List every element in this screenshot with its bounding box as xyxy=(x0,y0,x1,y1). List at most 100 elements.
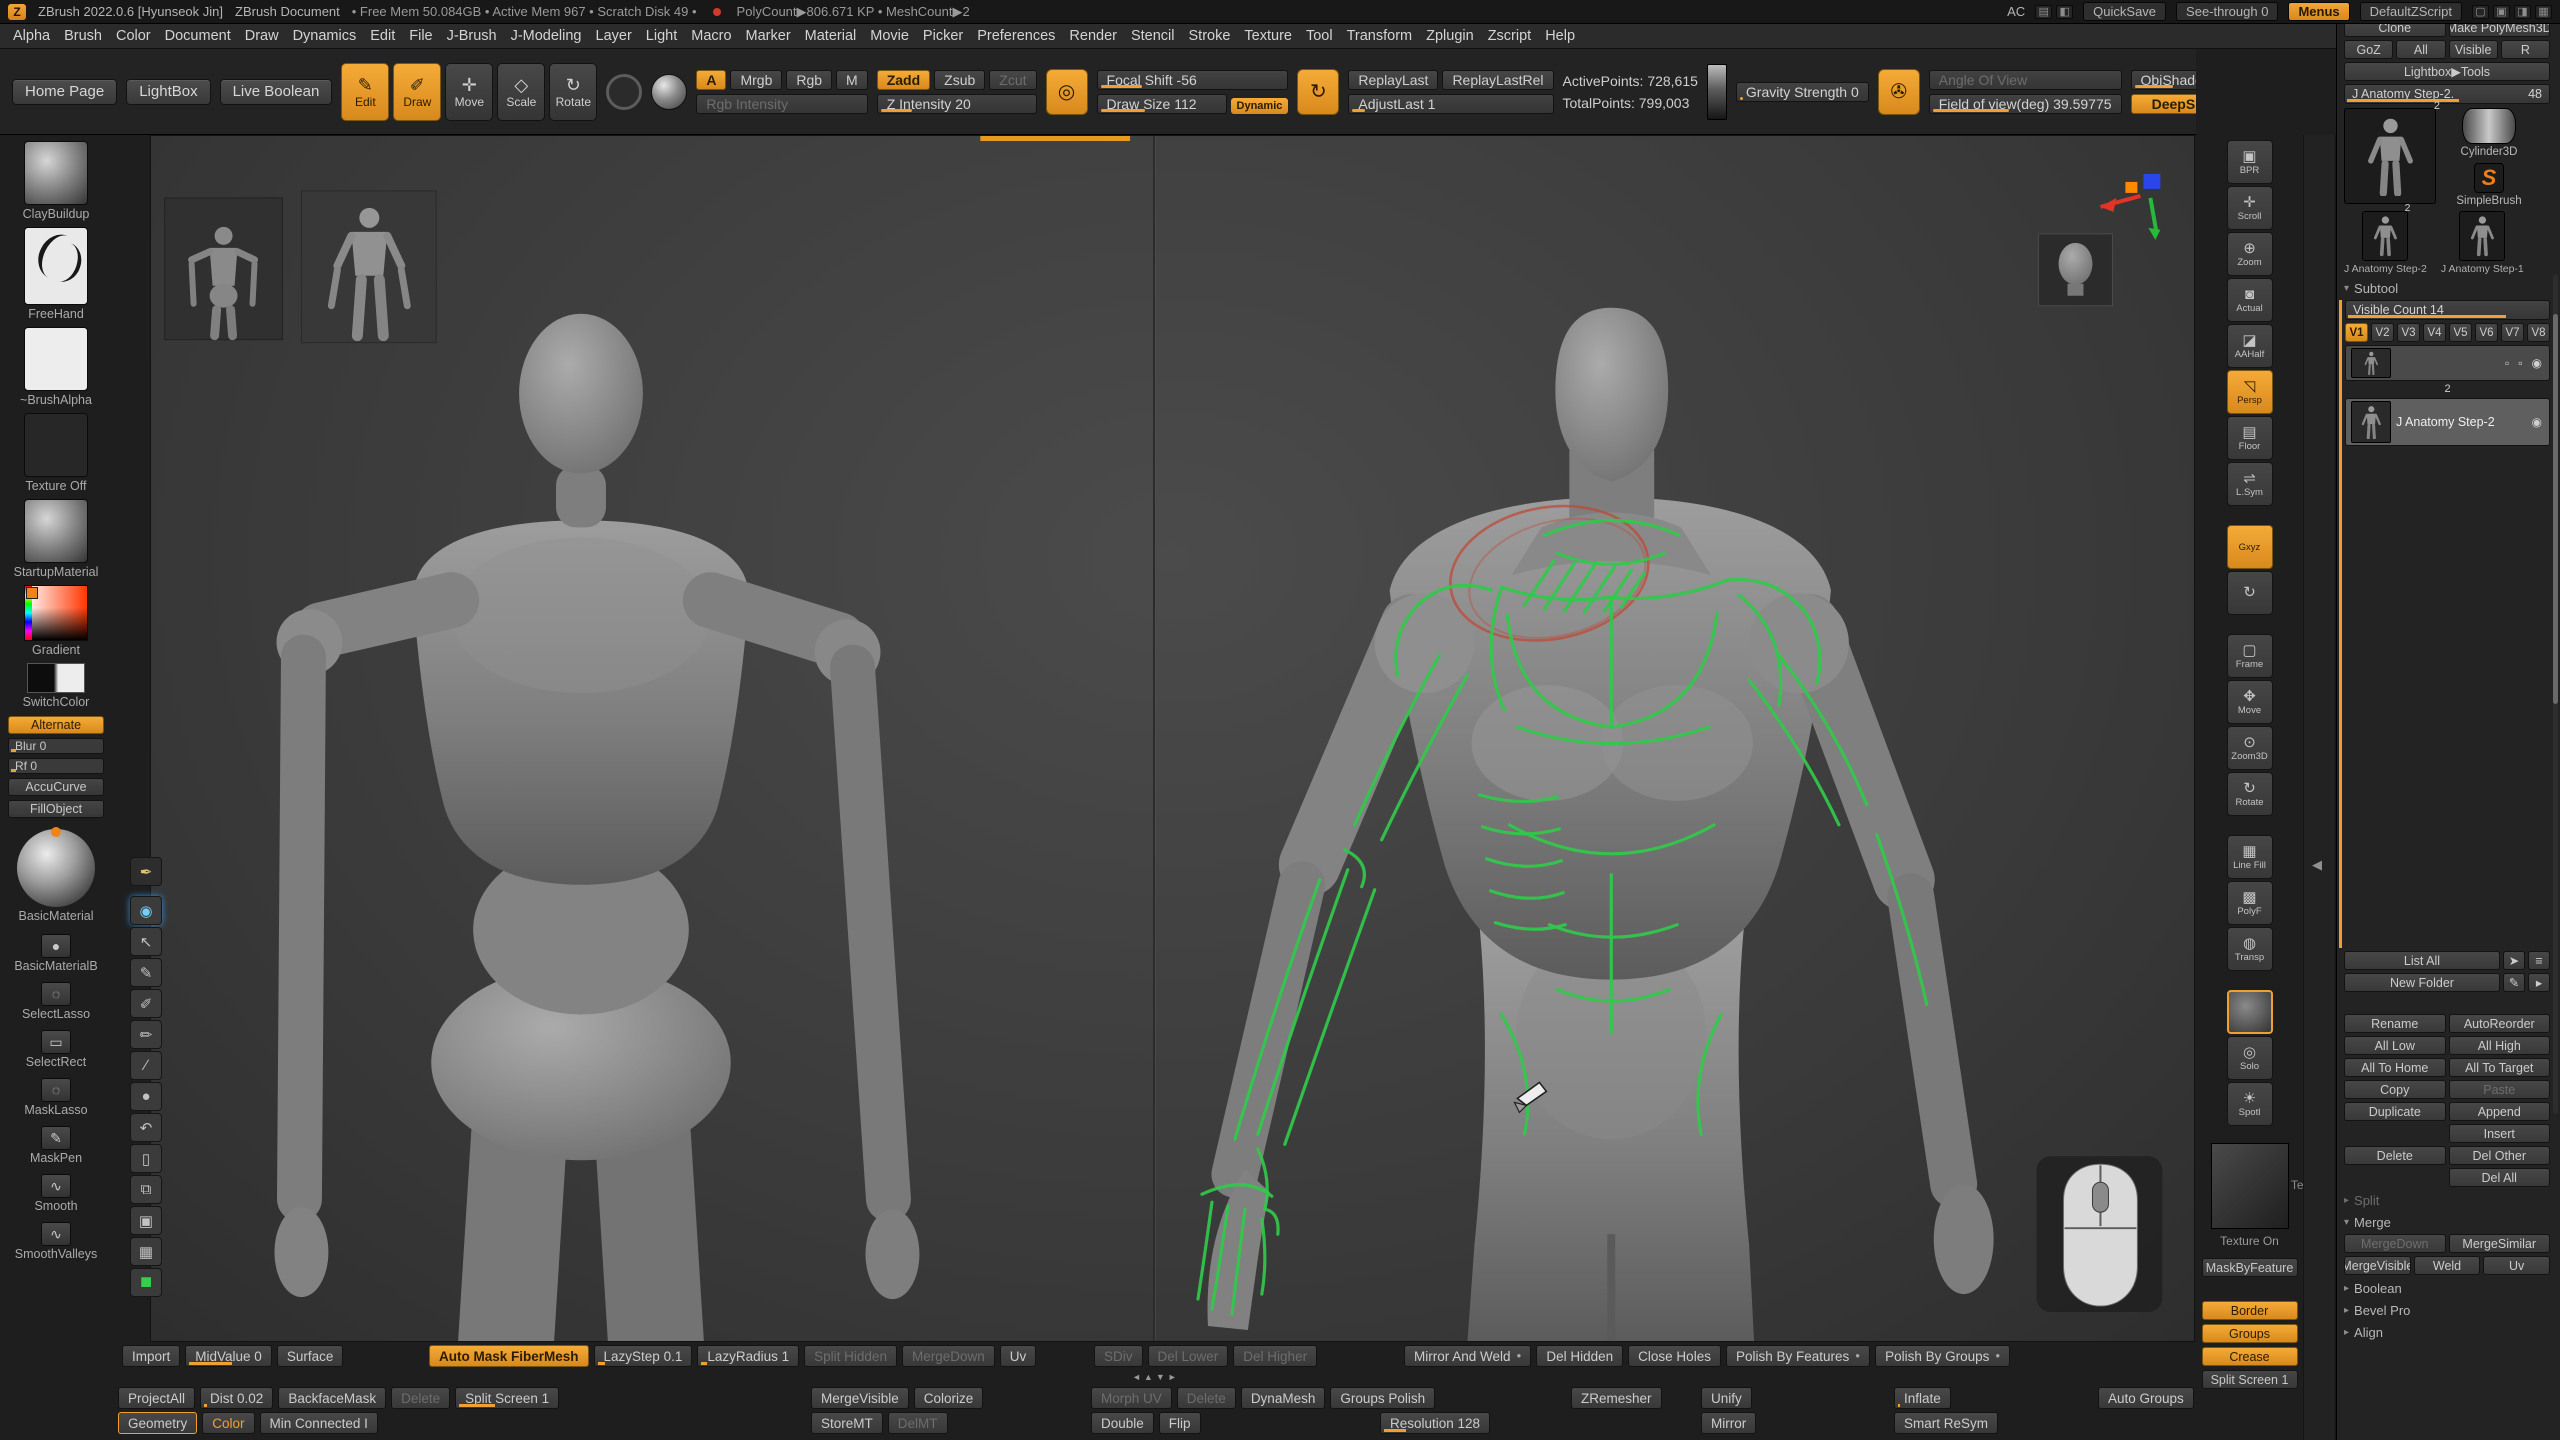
pen-tool-icon[interactable]: ✒ xyxy=(130,857,162,886)
bottom-button[interactable]: Geometry xyxy=(118,1412,197,1434)
frame-button[interactable]: ▢ Frame xyxy=(2227,634,2273,678)
material-sphere-icon[interactable] xyxy=(651,74,687,110)
menu-item[interactable]: Brush xyxy=(57,28,109,44)
move-3d-button[interactable]: ✥ Move xyxy=(2227,680,2273,724)
split-screen-button[interactable]: Split Screen 1 xyxy=(2202,1370,2298,1389)
menu-item[interactable]: Document xyxy=(158,28,238,44)
replay-icon[interactable]: ↻ xyxy=(1297,69,1339,115)
window-control-icon[interactable]: ◨ xyxy=(2514,5,2531,19)
paint-mode-button[interactable]: Mrgb xyxy=(730,70,782,90)
texture-preview[interactable]: Te xyxy=(2211,1143,2289,1229)
scale-mode-button[interactable]: ◇Scale xyxy=(497,63,545,121)
menu-item[interactable]: Preferences xyxy=(970,28,1062,44)
pencil-icon[interactable]: ✏ xyxy=(130,1020,162,1049)
uv-icon[interactable]: ▫ xyxy=(2516,356,2524,370)
subtool-action-button[interactable]: All High xyxy=(2449,1036,2551,1055)
menu-item[interactable]: Texture xyxy=(1237,28,1299,44)
default-zscript-button[interactable]: DefaultZScript xyxy=(2360,2,2462,21)
goz-button[interactable]: Visible xyxy=(2449,40,2498,59)
menu-item[interactable]: Color xyxy=(109,28,158,44)
see-through-slider[interactable]: See-through 0 xyxy=(2176,2,2278,21)
subtool-action-button[interactable]: All Low xyxy=(2344,1036,2446,1055)
subtool-row-selected[interactable]: J Anatomy Step-2 ◉ xyxy=(2345,398,2550,446)
alternate-button[interactable]: Alternate xyxy=(8,716,104,734)
draw-size-slider[interactable]: Draw Size 112 xyxy=(1097,94,1227,114)
trash-icon[interactable]: ▯ xyxy=(130,1144,162,1173)
local-symmetry-button[interactable]: ⇌ L.Sym xyxy=(2227,462,2273,506)
shelf-thumbnail[interactable] xyxy=(2227,990,2273,1034)
subtool-action-button[interactable]: Copy xyxy=(2344,1080,2446,1099)
panel-scrollbar[interactable] xyxy=(2553,274,2558,1114)
active-tool-thumbnail[interactable] xyxy=(2344,108,2436,204)
edit-icon[interactable]: ✎ xyxy=(2503,973,2525,992)
obj-shadow-slider[interactable]: ObjShadow 0.3 xyxy=(2131,70,2196,90)
stroke-circle-icon[interactable] xyxy=(606,74,642,110)
titlebar-icon[interactable]: ◧ xyxy=(2056,5,2073,19)
subtool-action-button[interactable]: Insert xyxy=(2449,1124,2551,1143)
rf-slider[interactable]: Rf 0 xyxy=(8,758,104,774)
menu-item[interactable]: Light xyxy=(639,28,684,44)
subtool-version-tab[interactable]: V5 xyxy=(2449,323,2472,342)
angle-of-view-slider[interactable]: Angle Of View xyxy=(1929,70,2122,90)
tool-top-button[interactable]: Clone xyxy=(2344,24,2446,37)
replay-button[interactable]: ReplayLastRel xyxy=(1442,70,1553,90)
gxyz-button[interactable]: Gxyz xyxy=(2227,525,2273,569)
subtool-row[interactable]: ▫ ▫ ◉ xyxy=(2345,345,2550,381)
subtool-action-button[interactable]: All To Home xyxy=(2344,1058,2446,1077)
cylinder3d-thumbnail[interactable] xyxy=(2462,108,2516,144)
bottom-button[interactable]: DelMT xyxy=(888,1412,948,1434)
bottom-button[interactable]: Mirror And Weld● xyxy=(1404,1345,1531,1367)
list-icon[interactable]: ≡ xyxy=(2528,951,2550,970)
bottom-button[interactable]: Flip xyxy=(1159,1412,1201,1434)
subtool-action-button[interactable]: Duplicate xyxy=(2344,1102,2446,1121)
polyframe-button[interactable]: ▩ PolyF xyxy=(2227,881,2273,925)
bottom-button[interactable]: ProjectAll xyxy=(118,1387,195,1409)
current-material-thumbnail[interactable] xyxy=(24,499,88,563)
bottom-button[interactable]: Split Hidden xyxy=(804,1345,897,1367)
gravity-preview[interactable] xyxy=(1707,64,1727,120)
recent-tool-item[interactable]: J Anatomy Step-1 xyxy=(2441,211,2524,275)
move-mode-button[interactable]: ✛Move xyxy=(445,63,493,121)
current-brush-thumbnail[interactable] xyxy=(24,141,88,205)
quicksave-button[interactable]: QuickSave xyxy=(2083,2,2166,21)
bottom-button[interactable]: Del Hidden xyxy=(1536,1345,1623,1367)
menu-item[interactable]: File xyxy=(402,28,439,44)
accucurve-button[interactable]: AccuCurve xyxy=(8,778,104,796)
focal-shift-icon[interactable]: ◎ xyxy=(1046,69,1088,115)
subtool-version-tab[interactable]: V8 xyxy=(2527,323,2550,342)
visibility-eye-icon[interactable]: ◉ xyxy=(130,896,162,925)
subtool-version-tab[interactable]: V6 xyxy=(2475,323,2498,342)
bottom-button[interactable]: BackfaceMask xyxy=(278,1387,386,1409)
subtool-action-button[interactable]: Paste xyxy=(2449,1080,2551,1099)
simplebrush-thumbnail[interactable]: S xyxy=(2474,163,2504,193)
smooth-brush-item[interactable]: ∿ Smooth xyxy=(34,1174,77,1217)
titlebar-icon[interactable]: ▤ xyxy=(2035,5,2052,19)
subtool-section-header[interactable]: ▾ Subtool xyxy=(2344,279,2550,297)
bottom-button[interactable]: MidValue 0 xyxy=(185,1345,272,1367)
subtool-action-button[interactable]: AutoReorder xyxy=(2449,1014,2551,1033)
split-section-header[interactable]: ▸ Split xyxy=(2344,1191,2550,1209)
live-boolean-button[interactable]: Live Boolean xyxy=(220,79,333,105)
sculpt-mode-button[interactable]: Zsub xyxy=(934,70,985,90)
bottom-button[interactable]: Del Lower xyxy=(1148,1345,1229,1367)
visible-count-slider[interactable]: Visible Count 14 xyxy=(2345,300,2550,320)
menu-item[interactable]: Edit xyxy=(363,28,402,44)
camera-icon[interactable]: ✇ xyxy=(1878,69,1920,115)
actual-size-button[interactable]: ◙ Actual xyxy=(2227,278,2273,322)
z-intensity-slider[interactable]: Z Intensity 20 xyxy=(877,94,1037,114)
paint-mode-button[interactable]: M xyxy=(836,70,868,90)
subtool-thumbnail[interactable] xyxy=(2351,401,2391,443)
undo-icon[interactable]: ↶ xyxy=(130,1113,162,1142)
bottom-button[interactable]: StoreMT xyxy=(811,1412,883,1434)
subtool-thumbnail[interactable] xyxy=(2351,348,2391,378)
sdiv-arrow-button[interactable]: ► xyxy=(1168,1372,1177,1382)
subtool-action-button[interactable]: Append xyxy=(2449,1102,2551,1121)
inflate-slider[interactable]: Inflate xyxy=(1894,1387,1951,1409)
goz-button[interactable]: R xyxy=(2501,40,2550,59)
texture-on-label[interactable]: Texture On xyxy=(2220,1234,2279,1248)
point-icon[interactable]: ● xyxy=(130,1082,162,1111)
window-control-icon[interactable]: ▣ xyxy=(2493,5,2510,19)
bottom-button[interactable]: Import xyxy=(122,1345,180,1367)
bottom-button[interactable]: Groups Polish xyxy=(1330,1387,1435,1409)
unify-button[interactable]: Unify xyxy=(1701,1387,1752,1409)
